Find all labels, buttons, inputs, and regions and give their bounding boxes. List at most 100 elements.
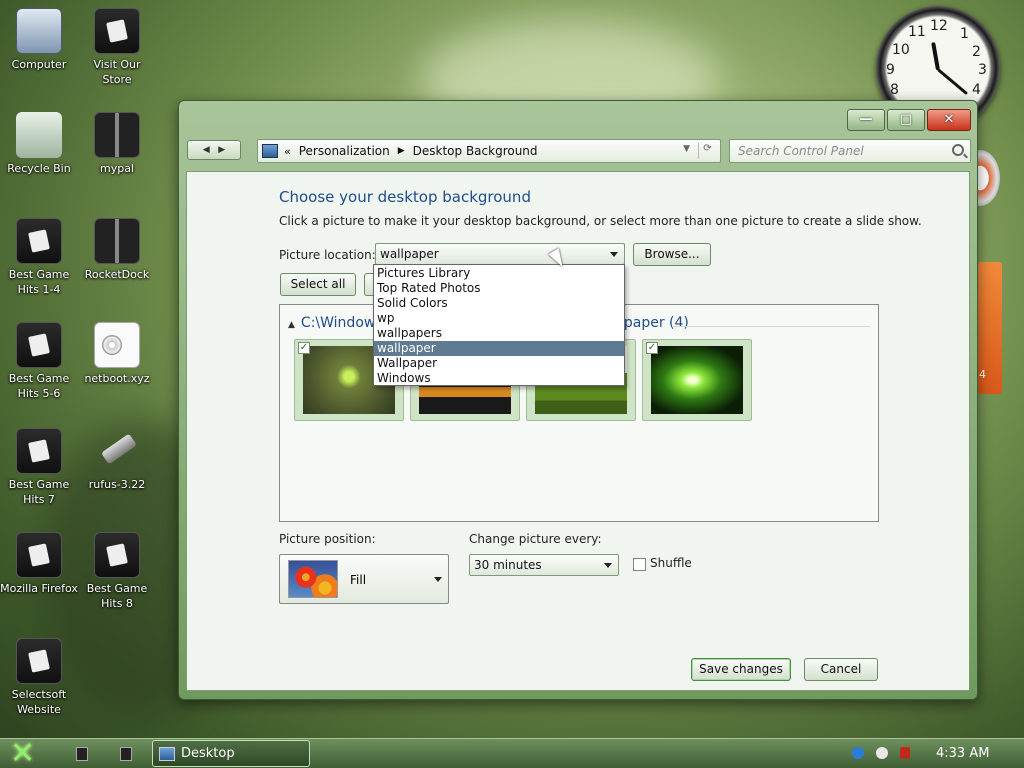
dropdown-option[interactable]: wp (374, 311, 624, 326)
breadcrumb-chevron[interactable]: « (284, 145, 291, 158)
address-dropdown-icon[interactable]: ▼ (683, 144, 690, 154)
page-title: Choose your desktop background (279, 188, 531, 206)
taskbar: ✕ Desktop Backgrou... 4:33 AM (0, 738, 1024, 768)
window-controls: — □ ✕ (847, 109, 971, 131)
search-input[interactable]: Search Control Panel (729, 139, 971, 163)
select-all-button[interactable]: Select all (280, 273, 356, 296)
disc-file-icon (94, 322, 140, 368)
desktop-icon-label: Recycle Bin (7, 162, 71, 175)
flower-preview-image (288, 560, 338, 598)
desktop-icon-rufus[interactable]: rufus-3.22 (78, 428, 156, 492)
change-picture-label: Change picture every: (469, 532, 602, 546)
desktop-icon-best-game-hits-8[interactable]: Best Game Hits 8 (78, 532, 156, 611)
breadcrumb-separator-icon[interactable]: ▶ (398, 146, 405, 156)
desktop-icon-label: Mozilla Firefox (0, 582, 78, 595)
app-icon (94, 532, 140, 578)
wallpaper-image (651, 346, 743, 414)
breadcrumb-personalization[interactable]: Personalization (299, 144, 390, 158)
desktop-icon-label: Best Game Hits 8 (86, 582, 148, 610)
search-icon[interactable] (952, 144, 964, 156)
desktop-icon-label: rufus-3.22 (88, 478, 146, 491)
picture-location-select[interactable]: wallpaper (375, 243, 625, 265)
dropdown-option-selected[interactable]: wallpaper (374, 341, 624, 356)
clock-number: 9 (886, 62, 895, 78)
dropdown-option[interactable]: Top Rated Photos (374, 281, 624, 296)
picture-location-dropdown-list: Pictures Library Top Rated Photos Solid … (373, 264, 625, 386)
browse-button[interactable]: Browse... (633, 243, 711, 266)
save-changes-button[interactable]: Save changes (691, 658, 791, 681)
picture-position-select[interactable]: Fill (279, 554, 449, 604)
change-picture-interval-select[interactable]: 30 minutes (469, 554, 619, 576)
clock-number: 1 (960, 26, 969, 42)
cancel-button[interactable]: Cancel (804, 658, 878, 681)
desktop-background-window: — □ ✕ ◀ ▶ « Personalization ▶ Desktop Ba… (178, 100, 978, 700)
taskbar-item-label: Desktop Backgrou... (181, 746, 235, 761)
volume-muted-icon[interactable] (900, 747, 910, 759)
desktop-icon-label: Best Game Hits 1-4 (8, 268, 70, 296)
desktop-icon-label: Best Game Hits 7 (8, 478, 70, 506)
clock-number: 8 (890, 82, 899, 98)
dropdown-option[interactable]: Solid Colors (374, 296, 624, 311)
desktop-icon-rocketdock[interactable]: RocketDock (78, 218, 156, 282)
picture-position-label: Picture position: (279, 532, 376, 546)
back-arrow-icon: ◀ (202, 145, 210, 155)
dropdown-option[interactable]: Pictures Library (374, 266, 624, 281)
refresh-icon[interactable]: ⟳ (698, 143, 716, 159)
search-placeholder: Search Control Panel (738, 144, 864, 158)
desktop-icon-mozilla-firefox[interactable]: Mozilla Firefox (0, 532, 78, 596)
wallpaper-checkbox[interactable]: ✓ (646, 342, 658, 354)
control-panel-icon (262, 144, 278, 158)
picture-location-value: wallpaper (380, 247, 439, 261)
clock-hour-hand (931, 42, 940, 71)
app-icon (16, 638, 62, 684)
desktop-icon-best-game-hits-7[interactable]: Best Game Hits 7 (0, 428, 78, 507)
collapse-triangle-icon[interactable]: ▲ (288, 320, 295, 330)
forward-arrow-icon: ▶ (218, 145, 226, 155)
action-center-icon[interactable] (876, 747, 888, 759)
dropdown-option[interactable]: Windows (374, 371, 624, 386)
quick-launch-icon[interactable] (76, 747, 88, 761)
back-forward-buttons[interactable]: ◀ ▶ (187, 140, 241, 160)
breadcrumb-desktop-background[interactable]: Desktop Background (413, 144, 538, 158)
wallpaper-checkbox[interactable]: ✓ (298, 342, 310, 354)
clock-number: 11 (908, 24, 926, 40)
chevron-down-icon (434, 577, 442, 582)
start-button[interactable]: ✕ (10, 739, 42, 768)
desktop-icon-visit-our-store[interactable]: Visit Our Store (78, 8, 156, 87)
desktop-icon-computer[interactable]: Computer (0, 8, 78, 72)
address-row: ◀ ▶ « Personalization ▶ Desktop Backgrou… (187, 139, 971, 163)
dropdown-option[interactable]: Wallpaper (374, 356, 624, 371)
computer-icon (16, 8, 62, 54)
close-button[interactable]: ✕ (927, 109, 971, 131)
desktop-icon-selectsoft-website[interactable]: Selectsoft Website (0, 638, 78, 717)
desktop-icon-netboot[interactable]: netboot.xyz (78, 322, 156, 386)
maximize-button[interactable]: □ (887, 109, 925, 131)
taskbar-item-desktop-background[interactable]: Desktop Backgrou... (152, 740, 310, 767)
wallpaper-thumbnail-4[interactable]: ✓ (642, 339, 752, 421)
notes-gadget[interactable]: 4 (978, 262, 1002, 394)
minimize-button[interactable]: — (847, 109, 885, 131)
folder-group-header[interactable]: ▲ C:\Window (288, 315, 375, 331)
dropdown-option[interactable]: wallpapers (374, 326, 624, 341)
address-bar[interactable]: « Personalization ▶ Desktop Background ▼… (257, 139, 721, 163)
folder-group-count: lpaper (4) (620, 315, 689, 331)
shuffle-checkbox[interactable] (633, 558, 646, 571)
picture-location-label: Picture location: (279, 248, 376, 262)
chevron-down-icon (610, 252, 618, 257)
control-panel-icon (159, 747, 175, 761)
desktop-icon-label: netboot.xyz (84, 372, 150, 385)
close-icon: ✕ (943, 112, 955, 127)
clock-number: 12 (930, 18, 948, 34)
network-icon[interactable] (852, 747, 864, 759)
desktop-icon-mypal[interactable]: mypal (78, 112, 156, 176)
desktop-icon-label: Visit Our Store (93, 58, 141, 86)
desktop-icon-recycle-bin[interactable]: Recycle Bin (0, 112, 78, 176)
desktop-icon-best-game-hits-1-4[interactable]: Best Game Hits 1-4 (0, 218, 78, 297)
desktop-icon-best-game-hits-5-6[interactable]: Best Game Hits 5-6 (0, 322, 78, 401)
mypal-icon (94, 112, 140, 158)
desktop-icon-label: Computer (11, 58, 67, 71)
app-icon (16, 532, 62, 578)
quick-launch-icon[interactable] (120, 747, 132, 761)
desktop-icon-label: Best Game Hits 5-6 (8, 372, 70, 400)
taskbar-clock[interactable]: 4:33 AM (936, 746, 989, 761)
